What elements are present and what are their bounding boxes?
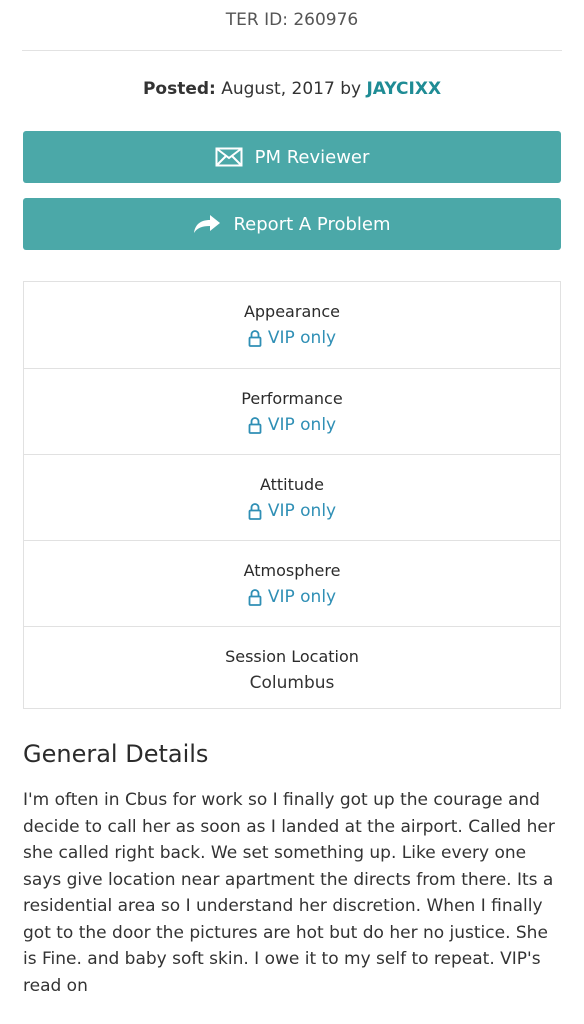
envelope-icon	[215, 147, 243, 167]
rating-row-performance: Performance VIP only	[24, 368, 560, 454]
review-page: TER ID: 260976 Posted: August, 2017 by J…	[0, 0, 584, 1024]
posted-date: August, 2017	[221, 79, 335, 99]
rating-label: Appearance	[243, 302, 341, 321]
session-location-value: Columbus	[249, 673, 335, 693]
report-problem-label: Report A Problem	[233, 213, 391, 235]
posted-line: Posted: August, 2017 by JAYCIXX	[0, 79, 584, 99]
rating-value[interactable]: VIP only	[24, 501, 560, 521]
report-problem-button[interactable]: Report A Problem	[23, 198, 561, 250]
lock-icon	[248, 502, 262, 520]
rating-row-atmosphere: Atmosphere VIP only	[24, 540, 560, 626]
vip-only-link: VIP only	[267, 328, 337, 348]
general-details-text: I'm often in Cbus for work so I finally …	[23, 790, 555, 996]
general-details-heading: General Details	[23, 740, 209, 768]
pm-reviewer-label: PM Reviewer	[254, 146, 370, 168]
rating-row-appearance: Appearance VIP only	[24, 282, 560, 368]
ter-id: TER ID: 260976	[225, 10, 359, 30]
rating-row-session-location: Session Location Columbus	[24, 626, 560, 712]
vip-only-link: VIP only	[267, 587, 337, 607]
pm-reviewer-button[interactable]: PM Reviewer	[23, 131, 561, 183]
lock-icon	[248, 329, 262, 347]
rating-label: Session Location	[225, 647, 359, 666]
rating-row-attitude: Attitude VIP only	[24, 454, 560, 540]
author-link[interactable]: JAYCIXX	[366, 79, 441, 99]
share-arrow-icon	[193, 214, 221, 234]
rating-label: Performance	[241, 389, 343, 408]
posted-by: by	[340, 79, 362, 99]
lock-icon	[248, 416, 262, 434]
divider	[22, 50, 562, 51]
vip-only-link: VIP only	[267, 415, 337, 435]
ratings-table: Appearance VIP only Performance VIP only…	[23, 281, 561, 709]
rating-value[interactable]: VIP only	[24, 328, 560, 348]
rating-label: Atmosphere	[243, 561, 341, 580]
vip-only-link: VIP only	[267, 501, 337, 521]
rating-label: Attitude	[259, 475, 325, 494]
rating-value[interactable]: VIP only	[24, 415, 560, 435]
posted-label: Posted:	[142, 79, 216, 99]
rating-value[interactable]: VIP only	[24, 587, 560, 607]
lock-icon	[248, 588, 262, 606]
